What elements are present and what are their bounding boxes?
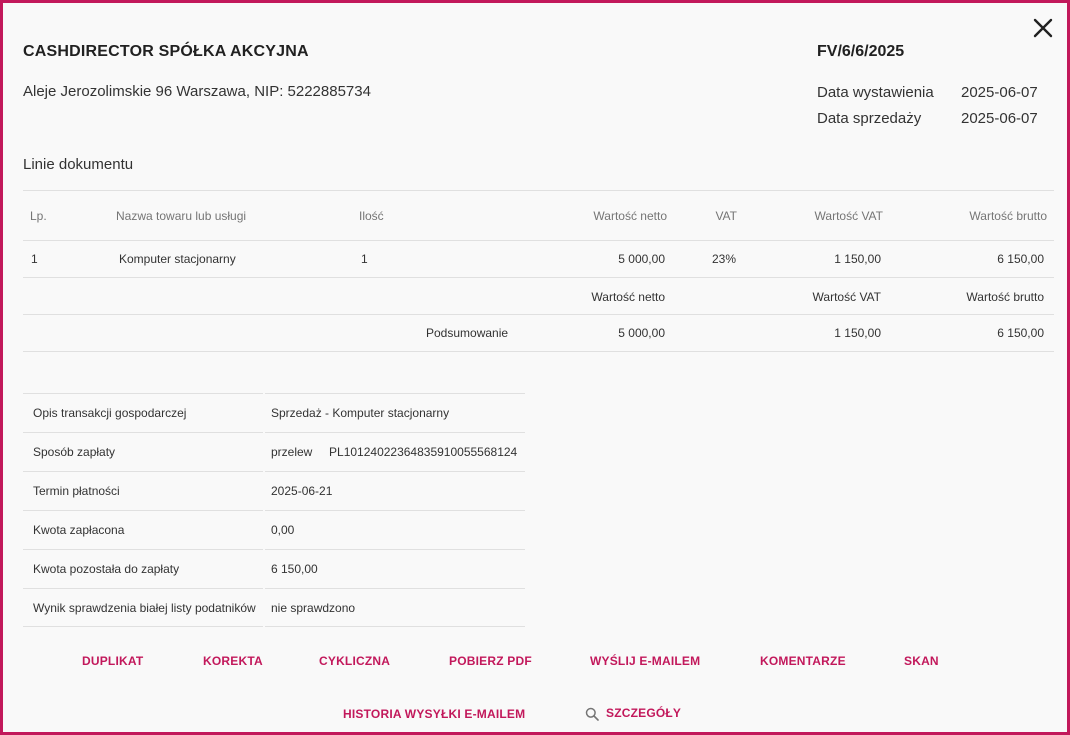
detail-key: Sposób zapłaty [33,445,116,459]
col-header-gross: Wartość brutto [969,209,1047,223]
close-icon[interactable] [1031,16,1055,40]
recurring-button[interactable]: CYKLICZNA [319,654,390,668]
section-title: Linie dokumentu [23,156,134,173]
download-pdf-button[interactable]: POBIERZ PDF [449,654,532,668]
detail-row: Termin płatności 2025-06-21 [23,471,525,510]
detail-key: Wynik sprawdzenia białej listy podatnikó… [33,601,256,615]
col-header-net: Wartość netto [593,209,667,223]
summary-label: Podsumowanie [426,326,509,340]
summary-net: 5 000,00 [618,326,665,340]
sale-date-label: Data sprzedaży [817,110,922,127]
invoice-dialog: CASHDIRECTOR SPÓŁKA AKCYJNA Aleje Jerozo… [0,0,1070,735]
detail-value: 2025-06-21 [271,484,333,498]
detail-value: 0,00 [271,523,295,537]
detail-key: Opis transakcji gospodarczej [33,406,187,420]
issue-date-value: 2025-06-07 [961,84,1038,101]
duplicate-button[interactable]: DUPLIKAT [82,654,143,668]
row-qty: 1 [361,252,368,266]
detail-value: nie sprawdzono [271,601,356,615]
summary-net-label: Wartość netto [591,290,665,304]
detail-key: Kwota pozostała do zapłaty [33,562,180,576]
document-dates: Data wystawienia 2025-06-07 Data sprzeda… [817,84,1038,136]
company-name: CASHDIRECTOR SPÓŁKA AKCYJNA [23,43,309,60]
row-lp: 1 [31,252,38,266]
comments-button[interactable]: KOMENTARZE [760,654,846,668]
detail-value: 6 150,00 [271,562,318,576]
detail-value: przelew PL10124022364835910055568124 [271,445,518,459]
row-net: 5 000,00 [618,252,665,266]
send-email-button[interactable]: WYŚLIJ E-MAILEM [590,654,700,668]
detail-row: Sposób zapłaty przelew PL101240223648359… [23,432,525,471]
detail-row: Kwota pozostała do zapłaty 6 150,00 [23,549,525,588]
issue-date-label: Data wystawienia [817,84,934,101]
summary-gross-label: Wartość brutto [966,290,1044,304]
row-name: Komputer stacjonarny [119,252,236,266]
summary-gross: 6 150,00 [997,326,1044,340]
row-gross: 6 150,00 [997,252,1044,266]
details-button-label: SZCZEGÓŁY [606,706,682,720]
divider [23,240,1054,241]
detail-key: Termin płatności [33,484,120,498]
col-header-vat-value: Wartość VAT [814,209,883,223]
col-header-qty: Ilość [359,209,384,223]
divider [23,190,1054,191]
detail-row: Opis transakcji gospodarczej Sprzedaż - … [23,393,525,432]
email-history-button[interactable]: HISTORIA WYSYŁKI E-MAILEM [343,707,525,721]
summary-vat: 1 150,00 [834,326,881,340]
search-icon [585,707,599,721]
detail-value: Sprzedaż - Komputer stacjonarny [271,406,450,420]
divider [23,314,1054,315]
row-vat-value: 1 150,00 [834,252,881,266]
detail-row: Wynik sprawdzenia białej listy podatnikó… [23,588,525,627]
row-vat: 23% [712,252,737,266]
col-header-name: Nazwa towaru lub usługi [116,209,247,223]
detail-key: Kwota zapłacona [33,523,125,537]
transaction-details: Opis transakcji gospodarczej Sprzedaż - … [23,393,525,627]
scan-button[interactable]: SKAN [904,654,939,668]
detail-row: Kwota zapłacona 0,00 [23,510,525,549]
correction-button[interactable]: KOREKTA [203,654,263,668]
col-header-vat: VAT [715,209,737,223]
col-header-lp: Lp. [30,209,47,223]
summary-vat-label: Wartość VAT [812,290,881,304]
sale-date-value: 2025-06-07 [961,110,1038,127]
company-address: Aleje Jerozolimskie 96 Warszawa, NIP: 52… [23,83,371,100]
divider [23,277,1054,278]
divider [23,351,1054,352]
document-number: FV/6/6/2025 [817,43,905,60]
